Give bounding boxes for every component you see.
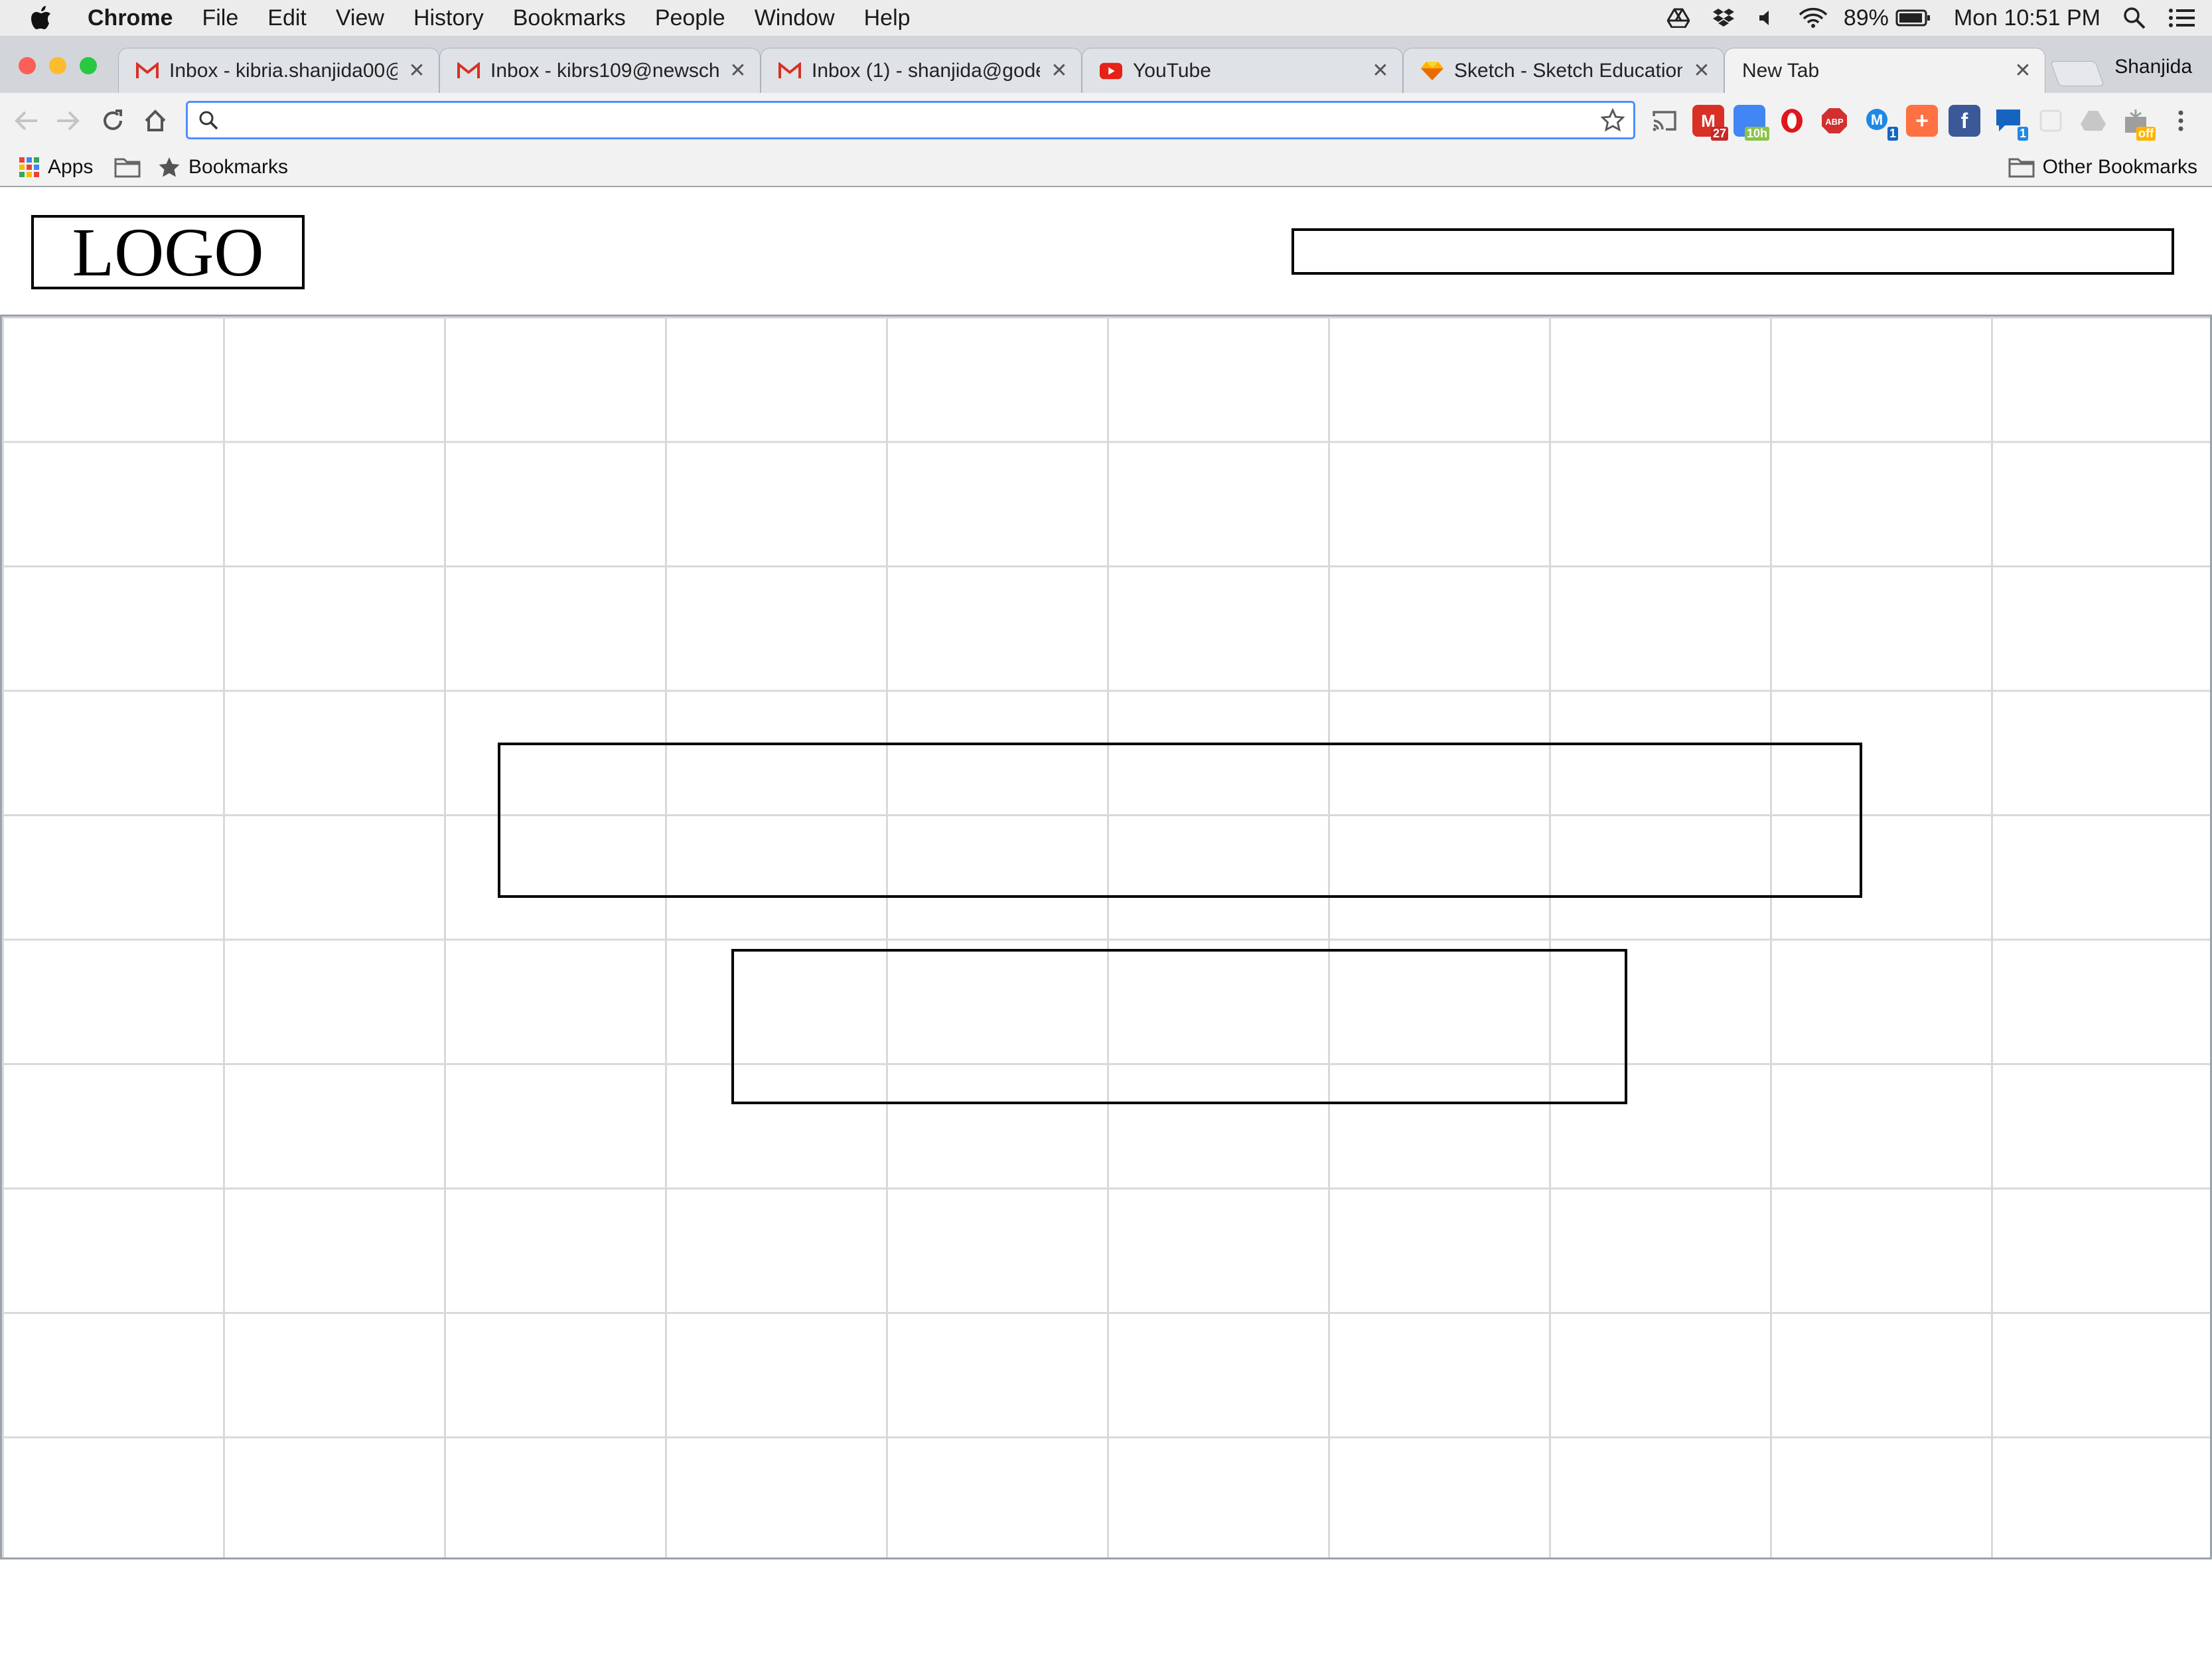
header-search-placeholder[interactable] [1291,228,2174,275]
timer-badge: 10h [1744,127,1769,141]
macos-menu-bar: Chrome File Edit View History Bookmarks … [0,0,2212,36]
sketch-icon [1421,60,1443,82]
tab-new-tab[interactable]: New Tab ✕ [1724,48,2045,93]
apps-label: Apps [48,156,94,178]
tab-title: Sketch - Sketch Education [1454,59,1682,82]
address-input[interactable] [230,106,1597,134]
apps-bookmark[interactable]: Apps [19,153,93,182]
tab-title: YouTube [1133,59,1211,82]
gmail-icon [778,60,801,82]
bookmarks-bar: Apps Bookmarks Other Bookmarks [0,149,2212,187]
plus-icon[interactable]: + [1906,105,1938,137]
address-bar[interactable] [186,101,1635,139]
tab-gmail-1[interactable]: Inbox - kibria.shanjida00@ ✕ [118,48,439,93]
close-tab-icon[interactable]: ✕ [1370,59,1390,82]
menu-file[interactable]: File [202,5,238,31]
new-tab-button[interactable] [2050,61,2104,86]
menu-people[interactable]: People [655,5,725,31]
google-drive-status-icon[interactable] [1666,8,1690,28]
close-tab-icon[interactable]: ✕ [1692,59,1712,82]
calendar-badge: 27 [1710,127,1728,141]
close-tab-icon[interactable]: ✕ [1049,59,1069,82]
adblock-icon[interactable]: ABP [1818,105,1850,137]
calendar-icon[interactable]: M 27 [1692,105,1728,141]
facebook-icon[interactable]: f [1949,105,1980,137]
offer-badge: off [2136,127,2156,141]
youtube-icon [1100,60,1122,82]
metamask-badge: 1 [1887,127,1898,141]
tab-gmail-3[interactable]: Inbox (1) - shanjida@godee ✕ [761,48,1082,93]
timer-icon[interactable]: 10h [1733,105,1769,141]
minimize-window-button[interactable] [49,57,66,74]
zoom-window-button[interactable] [80,57,97,74]
other-bookmarks-label: Other Bookmarks [2042,156,2197,178]
battery-icon[interactable] [1895,9,1931,27]
tab-youtube[interactable]: YouTube ✕ [1082,48,1403,93]
spotlight-search-icon[interactable] [2123,7,2146,29]
cast-icon[interactable] [1649,105,1680,137]
tab-strip: Inbox - kibria.shanjida00@ ✕ Inbox - kib… [0,36,2212,93]
apple-icon[interactable] [31,5,54,31]
chat-badge: 1 [2017,127,2028,141]
bookmarks-label: Bookmarks [188,156,289,178]
gmail-icon [457,60,480,82]
secondary-content-block [731,949,1627,1104]
menu-edit[interactable]: Edit [267,5,307,31]
layout-grid [0,315,2212,1559]
gmail-icon [136,60,159,82]
bookmark-star-icon[interactable] [1597,105,1628,135]
star-icon [158,156,181,179]
forward-arrow-icon[interactable] [52,105,84,137]
dropbox-icon[interactable] [1712,7,1735,29]
svg-text:ABP: ABP [1825,117,1844,127]
tab-sketch[interactable]: Sketch - Sketch Education ✕ [1403,48,1724,93]
wifi-icon[interactable] [1799,7,1828,29]
menu-bookmarks[interactable]: Bookmarks [513,5,626,31]
close-window-button[interactable] [19,57,36,74]
drive-icon[interactable] [2077,105,2109,137]
folder-icon [114,157,141,178]
notification-center-icon[interactable] [2168,8,2195,28]
apps-grid-icon [19,157,40,178]
back-arrow-icon[interactable] [11,105,42,137]
close-tab-icon[interactable]: ✕ [407,59,427,82]
close-tab-icon[interactable]: ✕ [728,59,748,82]
folder-bookmark[interactable] [114,153,149,182]
menu-view[interactable]: View [336,5,384,31]
menu-history[interactable]: History [413,5,484,31]
clock[interactable]: Mon 10:51 PM [1954,5,2101,31]
metamask-icon[interactable]: M 1 [1862,105,1898,141]
greyed-icon[interactable] [2035,105,2067,137]
menu-help[interactable]: Help [864,5,911,31]
reload-icon[interactable] [97,105,129,137]
main-content-block [498,743,1862,898]
folder-icon [2008,157,2035,178]
menu-app-name[interactable]: Chrome [88,5,173,31]
other-bookmarks-folder[interactable]: Other Bookmarks [2008,153,2197,182]
close-tab-icon[interactable]: ✕ [2013,59,2033,82]
bookmarks-folder[interactable]: Bookmarks [158,153,288,182]
opera-icon[interactable] [1776,105,1808,137]
home-icon[interactable] [139,105,171,137]
chrome-menu-icon[interactable] [2165,105,2197,137]
chat-icon[interactable]: 1 [1992,105,2028,141]
offer-icon[interactable]: off [2120,105,2156,141]
tab-title: Inbox - kibrs109@newscho [490,59,719,82]
tab-title: Inbox - kibria.shanjida00@ [169,59,398,82]
page-content: LOGO [0,187,2212,1659]
browser-toolbar: M 27 10h ABP M 1 + f 1 off [0,93,2212,149]
tab-gmail-2[interactable]: Inbox - kibrs109@newscho ✕ [439,48,761,93]
search-icon [193,105,224,135]
tab-title: Inbox (1) - shanjida@godee [812,59,1040,82]
profile-button[interactable]: Shanjida [2114,56,2192,78]
svg-text:M: M [1871,111,1883,128]
menu-window[interactable]: Window [755,5,835,31]
logo-placeholder[interactable]: LOGO [31,214,305,291]
tab-title: New Tab [1742,59,1820,82]
battery-percent: 89% [1843,5,1889,31]
volume-icon[interactable] [1757,9,1776,27]
